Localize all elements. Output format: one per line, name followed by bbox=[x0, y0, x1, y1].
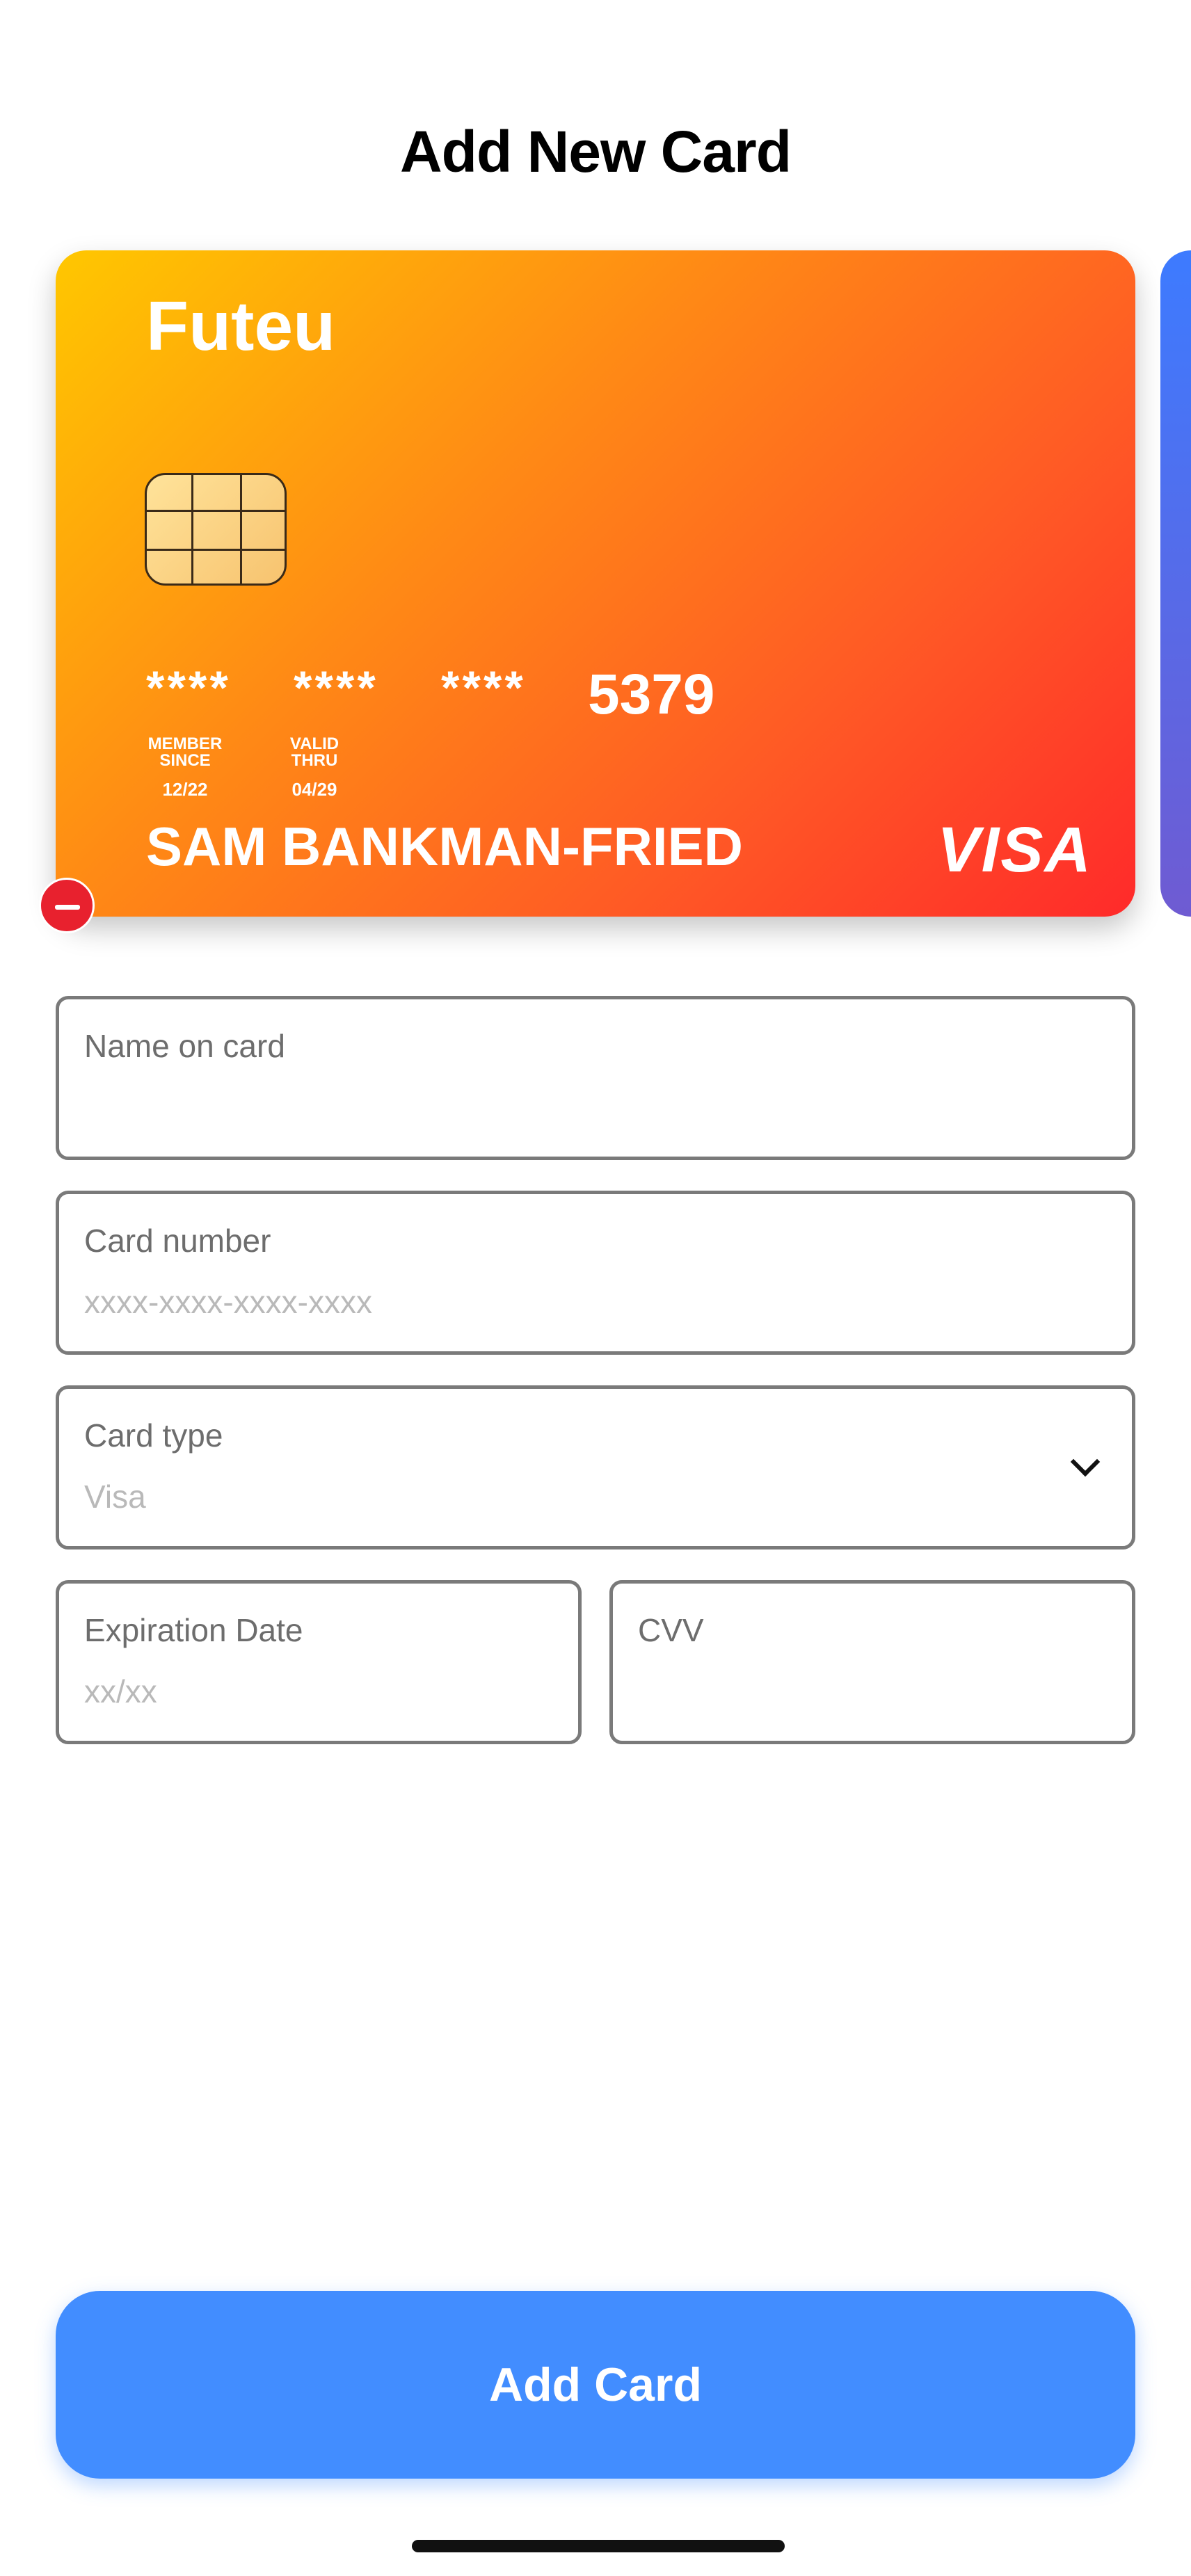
masked-digits-group: **** bbox=[441, 661, 526, 714]
card-type-select[interactable]: Card type Visa bbox=[56, 1385, 1135, 1549]
valid-thru-label: VALID THRU bbox=[289, 734, 339, 770]
member-since-label: MEMBER SINCE bbox=[147, 734, 223, 770]
add-card-screen: Add New Card Futeu **** **** **** 5379 M… bbox=[0, 0, 1191, 2576]
chip-icon bbox=[145, 473, 287, 586]
card-last-four: 5379 bbox=[588, 663, 715, 726]
home-indicator[interactable] bbox=[412, 2540, 785, 2552]
chevron-down-icon[interactable] bbox=[1070, 1447, 1101, 1477]
card-number-label: Card number bbox=[84, 1223, 271, 1259]
add-card-button-label: Add Card bbox=[489, 2358, 702, 2411]
card-holder-name: SAM BANKMAN-FRIED bbox=[146, 816, 743, 877]
valid-thru-value: 04/29 bbox=[291, 779, 337, 800]
credit-card-preview[interactable]: Futeu **** **** **** 5379 MEMBER SINCE 1… bbox=[56, 250, 1135, 917]
card-type-label: Card type bbox=[84, 1417, 223, 1454]
card-number-placeholder: xxxx-xxxx-xxxx-xxxx bbox=[84, 1284, 372, 1320]
cvv-field[interactable]: CVV bbox=[609, 1580, 1135, 1744]
visa-logo: VISA bbox=[937, 814, 1092, 885]
card-type-value: Visa bbox=[84, 1479, 146, 1515]
next-card-preview[interactable] bbox=[1160, 250, 1191, 917]
cvv-label: CVV bbox=[638, 1612, 704, 1648]
name-on-card-field[interactable]: Name on card bbox=[56, 996, 1135, 1160]
expiration-date-label: Expiration Date bbox=[84, 1612, 303, 1648]
masked-digits-group: **** bbox=[294, 661, 378, 714]
masked-digits-group: **** bbox=[146, 661, 231, 714]
page-title: Add New Card bbox=[399, 119, 792, 184]
expiration-date-field[interactable]: Expiration Date xx/xx bbox=[56, 1580, 582, 1744]
name-on-card-label: Name on card bbox=[84, 1028, 285, 1064]
card-brand-name: Futeu bbox=[146, 287, 336, 365]
remove-card-button[interactable] bbox=[39, 878, 95, 933]
member-since-value: 12/22 bbox=[162, 779, 208, 800]
expiration-date-placeholder: xx/xx bbox=[84, 1673, 157, 1709]
card-number-field[interactable]: Card number xxxx-xxxx-xxxx-xxxx bbox=[56, 1191, 1135, 1355]
add-card-button[interactable]: Add Card bbox=[56, 2291, 1135, 2479]
